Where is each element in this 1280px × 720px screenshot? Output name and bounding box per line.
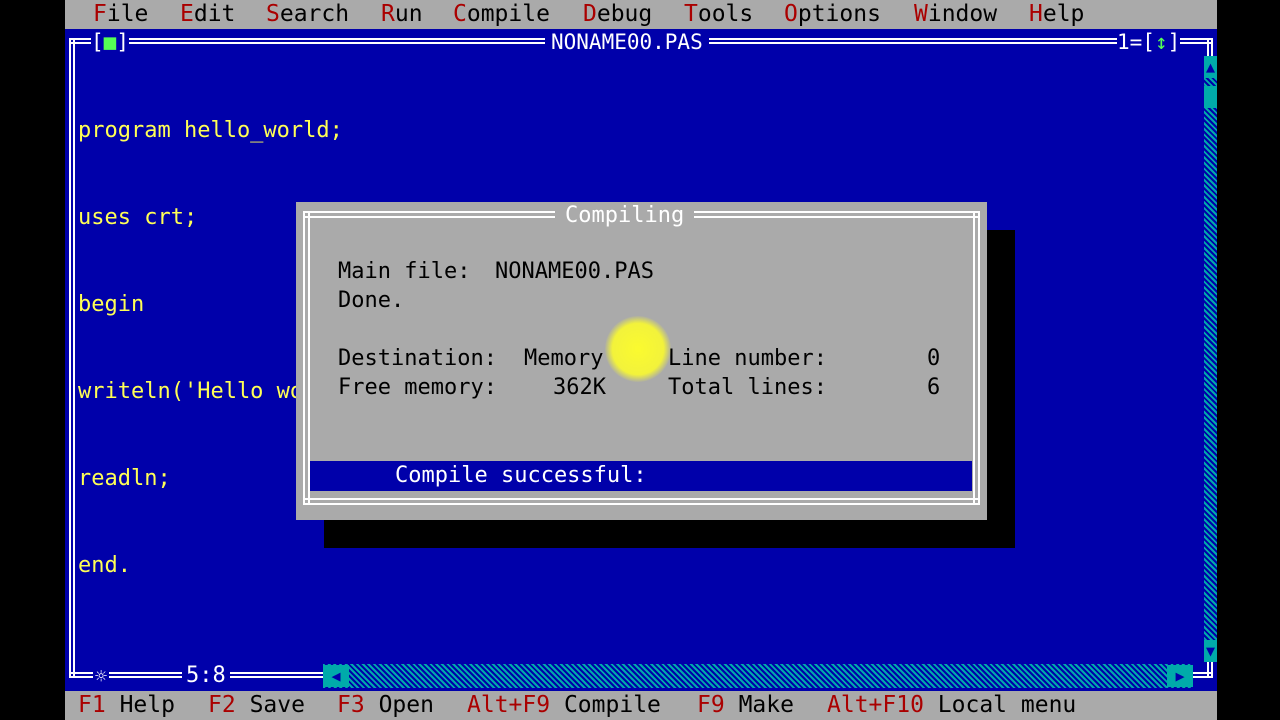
- vertical-scrollbar[interactable]: ▲ ▼: [1204, 56, 1217, 662]
- status-make[interactable]: F9 Make: [697, 691, 794, 720]
- main-file-value: NONAME00.PAS: [495, 259, 654, 284]
- destination-value: Memory: [524, 346, 604, 371]
- scroll-right-arrow-icon[interactable]: ▶: [1167, 665, 1193, 687]
- status-help[interactable]: F1 Help: [78, 691, 175, 720]
- resize-icon[interactable]: ☼: [93, 663, 110, 689]
- code-line[interactable]: end.: [78, 551, 397, 580]
- status-save[interactable]: F2 Save: [208, 691, 305, 720]
- menu-help[interactable]: Help: [1029, 0, 1084, 29]
- menu-file[interactable]: File: [93, 0, 148, 29]
- mouse-pointer-highlight: [605, 316, 671, 382]
- scroll-down-arrow-icon[interactable]: ▼: [1204, 640, 1217, 662]
- destination-label: Destination:: [338, 346, 497, 371]
- editor-frame-left: [69, 38, 75, 678]
- menu-edit[interactable]: Edit: [180, 0, 235, 29]
- window-number: 1=[: [1117, 30, 1155, 54]
- status-compile[interactable]: Alt+F9 Compile: [467, 691, 661, 720]
- scroll-up-arrow-icon[interactable]: ▲: [1204, 56, 1217, 78]
- status-bar: F1 Help F2 Save F3 Open Alt+F9 Compile F…: [65, 691, 1217, 720]
- menu-debug[interactable]: Debug: [583, 0, 652, 29]
- menu-compile[interactable]: Compile: [453, 0, 550, 29]
- horizontal-scrollbar[interactable]: ◀ ▶: [323, 664, 1193, 688]
- window-number-zoom[interactable]: 1=[↕]: [1117, 29, 1181, 55]
- free-memory-value: 362K: [553, 375, 606, 400]
- main-file-label: Main file:: [338, 259, 471, 284]
- code-line[interactable]: program hello_world;: [78, 116, 397, 145]
- status-open[interactable]: F3 Open: [337, 691, 434, 720]
- menu-bar: File Edit Search Run Compile Debug Tools…: [65, 0, 1217, 29]
- dialog-frame-bottom: [303, 498, 980, 505]
- dialog-frame-left: [303, 211, 310, 505]
- menu-run[interactable]: Run: [381, 0, 423, 29]
- total-lines-label: Total lines:: [668, 375, 827, 400]
- scroll-thumb[interactable]: [1204, 86, 1217, 108]
- editor-title: NONAME00.PAS: [545, 29, 709, 55]
- menu-options[interactable]: Options: [784, 0, 881, 29]
- line-number-label: Line number:: [668, 346, 827, 371]
- zoom-icon[interactable]: ↕: [1155, 30, 1168, 54]
- menu-window[interactable]: Window: [914, 0, 997, 29]
- total-lines-value: 6: [927, 375, 941, 400]
- compile-status-bar: Compile successful:: [310, 461, 972, 491]
- status-local-menu[interactable]: Alt+F10 Local menu: [827, 691, 1076, 720]
- close-box[interactable]: [■]: [91, 29, 129, 55]
- compile-state: Done.: [338, 288, 405, 313]
- dialog-frame-right: [973, 211, 980, 505]
- menu-tools[interactable]: Tools: [684, 0, 753, 29]
- turbo-pascal-screen: File Edit Search Run Compile Debug Tools…: [65, 0, 1217, 720]
- scroll-left-arrow-icon[interactable]: ◀: [323, 665, 349, 687]
- free-memory-label: Free memory:: [338, 375, 497, 400]
- line-number-value: 0: [927, 346, 941, 371]
- close-icon[interactable]: ■: [104, 30, 117, 54]
- cursor-position: 5:8: [182, 663, 230, 689]
- menu-search[interactable]: Search: [266, 0, 349, 29]
- compile-status-text: Compile successful:: [395, 463, 647, 488]
- dialog-title: Compiling: [555, 202, 695, 230]
